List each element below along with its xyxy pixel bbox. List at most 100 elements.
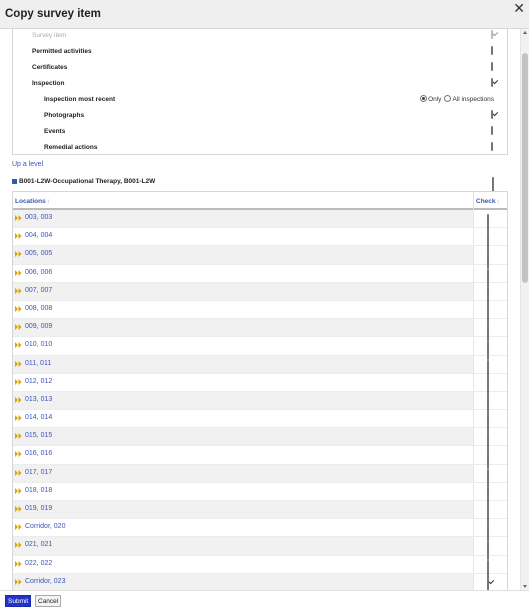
table-row: 022, 022 [13, 555, 507, 579]
table-row: 007, 007 [13, 282, 507, 306]
radio-button[interactable] [444, 95, 452, 102]
double-chevron-icon [15, 215, 22, 221]
check-cell [473, 464, 507, 488]
double-chevron-icon [15, 415, 22, 422]
scroll-down-icon[interactable] [523, 585, 527, 588]
location-link[interactable]: 018, 018 [25, 487, 52, 494]
check-cell [473, 319, 507, 343]
check-cell [473, 246, 507, 270]
row-checkbox[interactable] [487, 577, 489, 590]
check-cell [473, 573, 507, 590]
locations-table: Locations↕ Check↕ 003, 003 004, 004 005, 0… [12, 191, 508, 590]
option-label: Events [44, 128, 66, 135]
option-label: Permitted activities [32, 48, 92, 55]
option-row: Inspection most recent Only All inspection… [13, 93, 507, 107]
check-cell [473, 555, 507, 579]
locations-column-header[interactable]: Locations↕ [15, 198, 50, 205]
dialog-title: Copy survey item [5, 8, 101, 20]
current-item-label: B001-L2W-Occupational Therapy, B001-L2W [19, 178, 156, 185]
check-column-header[interactable]: Check↕ [476, 198, 500, 205]
table-row: Corridor, 023 [13, 573, 507, 590]
check-cell [473, 300, 507, 324]
table-row: 012, 012 [13, 373, 507, 397]
double-chevron-icon [15, 287, 22, 294]
submit-button[interactable]: Submit [5, 595, 32, 607]
scroll-up-icon[interactable] [523, 31, 527, 34]
double-chevron-icon [15, 506, 22, 512]
location-cell: 021, 021 [13, 537, 473, 555]
option-label: Certificates [32, 64, 68, 71]
location-link[interactable]: 012, 012 [25, 378, 52, 385]
location-link[interactable]: 015, 015 [25, 432, 52, 439]
dialog-body[interactable]: Survey item Permitted activities Certifica… [0, 29, 529, 590]
location-link[interactable]: 016, 016 [25, 450, 52, 457]
double-chevron-icon [15, 305, 22, 312]
location-link[interactable]: Corridor, 020 [25, 523, 65, 530]
option-label: Survey item [32, 32, 67, 39]
location-cell: 016, 016 [13, 446, 473, 463]
location-link[interactable]: 003, 003 [25, 214, 52, 221]
location-link[interactable]: 009, 009 [25, 323, 52, 330]
option-checkbox[interactable] [491, 78, 493, 87]
table-row: 016, 016 [13, 446, 507, 470]
location-link[interactable]: 017, 017 [25, 469, 52, 476]
location-link[interactable]: 004, 004 [25, 232, 52, 239]
table-row: 005, 005 [13, 246, 507, 270]
copy-options-panel: Survey item Permitted activities Certifica… [12, 29, 508, 155]
check-cell [473, 410, 507, 434]
location-link[interactable]: 010, 010 [25, 341, 52, 348]
cancel-button[interactable]: Cancel [35, 595, 62, 607]
option-checkbox-wrap [491, 110, 493, 119]
row-checkbox-wrap [487, 577, 489, 590]
location-link[interactable]: 008, 008 [25, 305, 52, 312]
dialog-titlebar: Copy survey item ✕ [0, 0, 529, 29]
location-link[interactable]: 005, 005 [25, 250, 52, 257]
option-checkbox-wrap [491, 126, 493, 135]
close-icon[interactable]: ✕ [513, 1, 525, 15]
locations-table-body: 003, 003 004, 004 005, 005 006, 006 007, 007… [13, 210, 507, 590]
table-row: 021, 021 [13, 537, 507, 561]
location-cell: 022, 022 [13, 556, 473, 573]
location-cell: 017, 017 [13, 464, 473, 482]
double-chevron-icon [15, 524, 22, 531]
location-link[interactable]: 014, 014 [25, 414, 52, 421]
scrollbar-thumb[interactable] [522, 53, 528, 283]
location-link[interactable]: 011, 011 [25, 360, 51, 367]
option-label: Photographs [44, 112, 85, 119]
table-row: 010, 010 [13, 337, 507, 361]
radio-button[interactable] [420, 95, 428, 102]
location-cell: 004, 004 [13, 228, 473, 245]
double-chevron-icon [15, 469, 22, 476]
location-link[interactable]: 022, 022 [25, 560, 52, 567]
location-link[interactable]: 013, 013 [25, 396, 52, 403]
up-a-level-link[interactable]: Up a level [12, 161, 43, 168]
location-link[interactable]: Corridor, 023 [25, 578, 65, 585]
check-cell [473, 373, 507, 397]
location-cell: 018, 018 [13, 483, 473, 500]
column-divider [473, 192, 474, 210]
location-cell: 015, 015 [13, 428, 473, 446]
item-marker-icon [12, 179, 17, 184]
option-checkbox[interactable] [491, 126, 493, 135]
location-link[interactable]: 007, 007 [25, 287, 52, 294]
check-cell [473, 391, 507, 415]
radio-label[interactable]: Only [428, 96, 441, 103]
location-link[interactable]: 019, 019 [25, 505, 52, 512]
option-checkbox[interactable] [491, 142, 493, 151]
location-link[interactable]: 021, 021 [25, 541, 52, 548]
sort-icon: ↕ [496, 199, 500, 205]
radio-label[interactable]: All inspections [452, 96, 494, 103]
option-row: Certificates [13, 61, 507, 75]
check-cell [473, 519, 507, 543]
option-checkbox[interactable] [491, 110, 493, 119]
option-checkbox[interactable] [491, 46, 493, 55]
check-cell [473, 264, 507, 288]
option-checkbox[interactable] [491, 62, 493, 71]
option-row: Inspection [13, 77, 507, 91]
table-row: 019, 019 [13, 501, 507, 524]
location-cell: 003, 003 [13, 210, 473, 228]
vertical-scrollbar[interactable] [520, 29, 529, 590]
location-link[interactable]: 006, 006 [25, 269, 52, 276]
check-cell [473, 482, 507, 506]
locations-table-header: Locations↕ Check↕ [13, 192, 507, 210]
